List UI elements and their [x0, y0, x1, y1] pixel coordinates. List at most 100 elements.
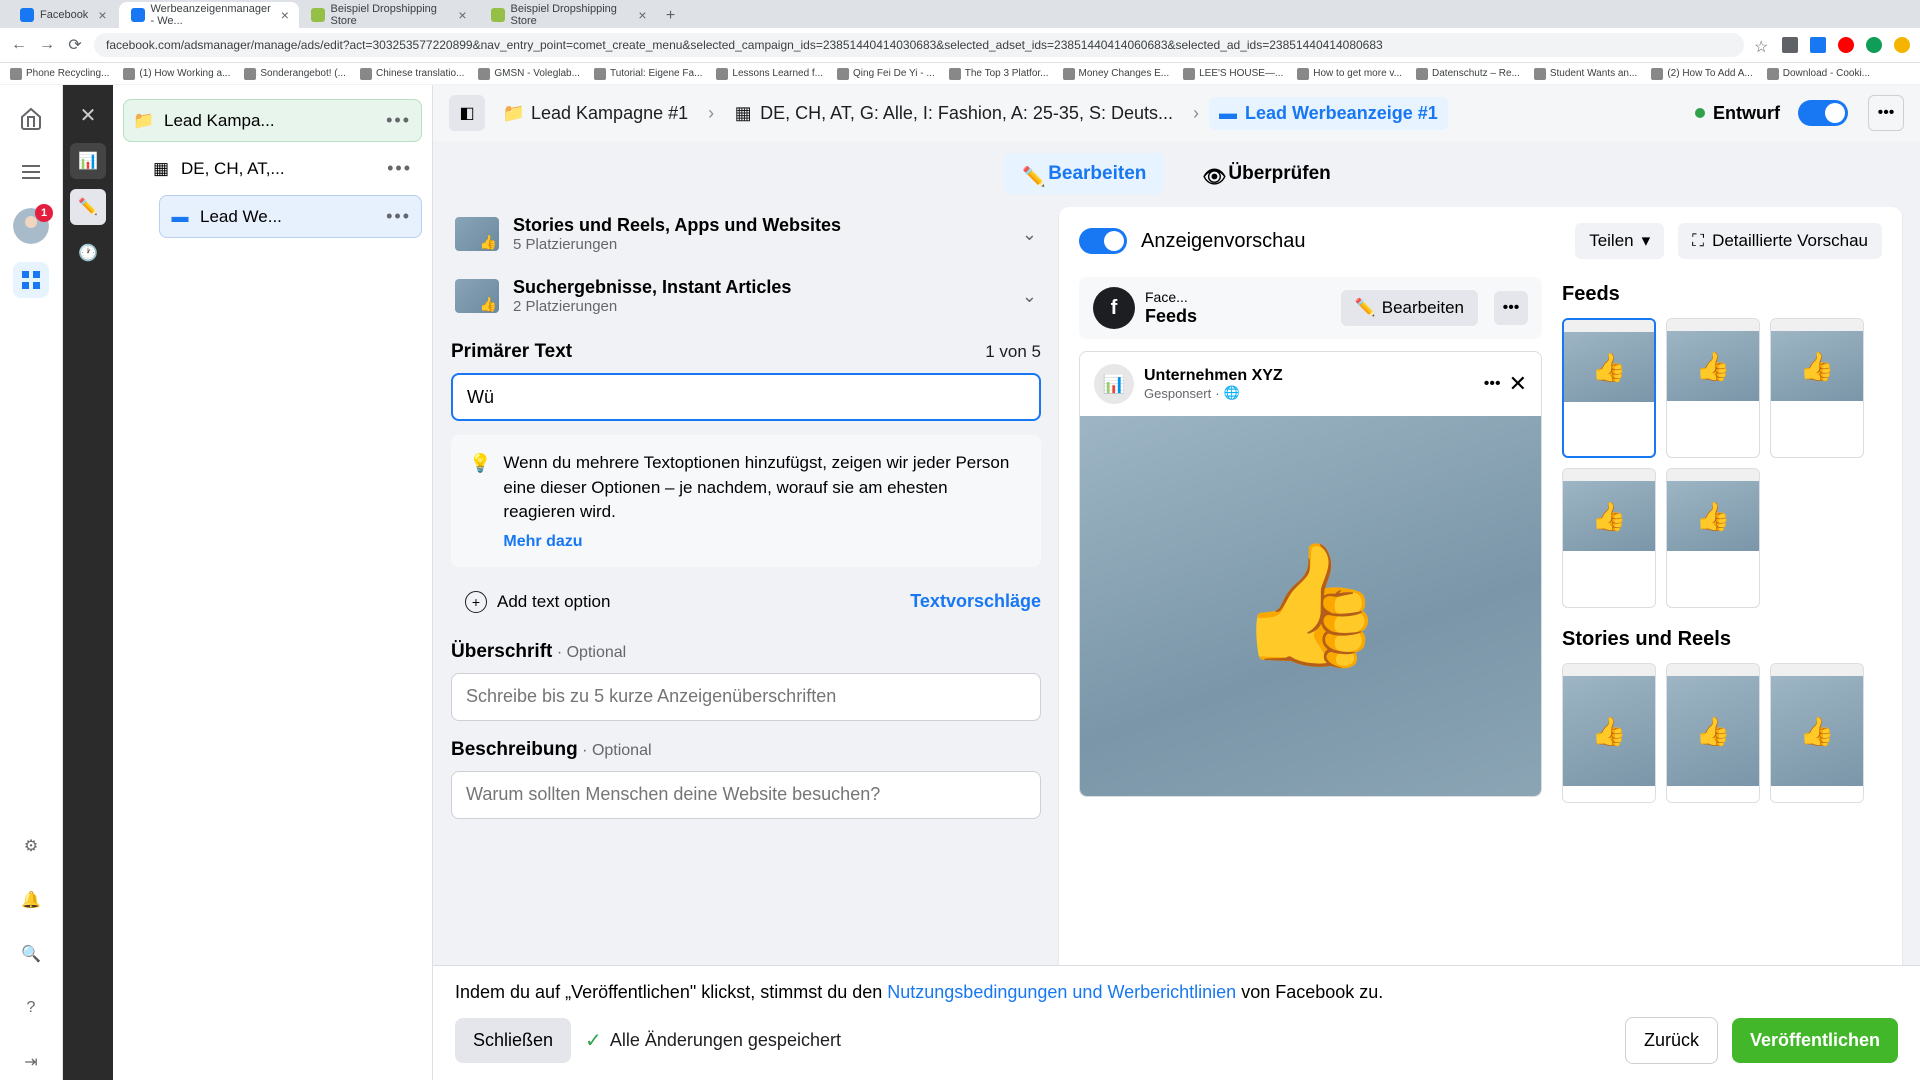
preview-thumb[interactable]: 👍 — [1666, 663, 1760, 803]
avatar-icon[interactable] — [1894, 37, 1910, 53]
placement-search[interactable]: Suchergebnisse, Instant Articles2 Platzi… — [451, 269, 1041, 323]
breadcrumb-campaign[interactable]: 📁Lead Kampagne #1 — [495, 97, 698, 130]
tab-close-icon[interactable]: × — [281, 7, 289, 23]
add-text-option-button[interactable]: +Add text option — [451, 581, 624, 623]
history-icon[interactable]: 🕐 — [70, 235, 106, 271]
new-tab-button[interactable]: + — [659, 4, 683, 28]
bookmark-item[interactable]: Student Wants an... — [1534, 68, 1637, 80]
bookmark-item[interactable]: Chinese translatio... — [360, 68, 464, 80]
bookmark-item[interactable]: Sonderangebot! (... — [244, 68, 346, 80]
gear-icon[interactable]: ⚙ — [13, 828, 49, 864]
save-status: ✓Alle Änderungen gespeichert — [585, 1028, 841, 1053]
info-link[interactable]: Mehr dazu — [503, 533, 1023, 551]
bookmark-item[interactable]: LEE'S HOUSE—... — [1183, 68, 1283, 80]
tree-ad[interactable]: ▬ Lead We... ••• — [159, 195, 422, 238]
bookmark-item[interactable]: How to get more v... — [1297, 68, 1402, 80]
bookmark-item[interactable]: (2) How To Add A... — [1651, 68, 1752, 80]
preview-thumb[interactable]: 👍 — [1562, 468, 1656, 608]
avatar[interactable]: 1 — [13, 208, 49, 244]
panel-toggle-icon[interactable]: ◧ — [449, 95, 485, 131]
collapse-icon[interactable]: ⇥ — [13, 1044, 49, 1080]
ads-grid-icon[interactable] — [13, 262, 49, 298]
form-column: Stories und Reels, Apps und Websites5 Pl… — [451, 207, 1041, 1080]
active-toggle[interactable] — [1798, 100, 1848, 126]
preview-thumb[interactable]: 👍 — [1666, 468, 1760, 608]
tab-edit[interactable]: ✏️Bearbeiten — [1004, 153, 1164, 195]
menu-icon[interactable] — [13, 154, 49, 190]
terms-link[interactable]: Nutzungsbedingungen und Werberichtlinien — [887, 982, 1236, 1002]
chart-icon[interactable]: 📊 — [70, 143, 106, 179]
reload-icon[interactable]: ⟳ — [66, 36, 84, 54]
breadcrumb-ad[interactable]: ▬Lead Werbeanzeige #1 — [1209, 97, 1448, 130]
url-field[interactable]: facebook.com/adsmanager/manage/ads/edit?… — [94, 33, 1744, 57]
close-icon[interactable]: ✕ — [70, 97, 106, 133]
fb-icon[interactable] — [1810, 37, 1826, 53]
tab-close-icon[interactable]: × — [98, 7, 106, 23]
ext-icon[interactable] — [1866, 37, 1882, 53]
browser-tab-4[interactable]: Beispiel Dropshipping Store× — [479, 2, 659, 28]
edit-icon[interactable]: ✏️ — [70, 189, 106, 225]
primary-text-input[interactable] — [451, 373, 1041, 421]
more-icon[interactable]: ••• — [386, 206, 411, 227]
preview-title: Anzeigenvorschau — [1141, 230, 1561, 253]
browser-tab-1[interactable]: Facebook× — [8, 2, 119, 28]
extension-icon[interactable] — [1782, 37, 1798, 53]
more-icon[interactable]: ••• — [1868, 95, 1904, 131]
ext-icon[interactable] — [1838, 37, 1854, 53]
tree-campaign[interactable]: 📁 Lead Kampa... ••• — [123, 99, 422, 142]
detailed-preview-button[interactable]: ⛶Detaillierte Vorschau — [1678, 223, 1882, 259]
more-icon[interactable]: ••• — [386, 110, 411, 131]
bookmark-item[interactable]: Lessons Learned f... — [716, 68, 823, 80]
browser-tab-2[interactable]: Werbeanzeigenmanager - We...× — [119, 2, 299, 28]
tab-close-icon[interactable]: × — [638, 7, 646, 23]
chevron-down-icon[interactable]: ⌄ — [1022, 224, 1037, 245]
more-icon[interactable]: ••• — [387, 158, 412, 179]
chevron-down-icon: ▾ — [1642, 231, 1651, 251]
preview-thumb[interactable]: 👍 — [1666, 318, 1760, 458]
text-suggestions-link[interactable]: Textvorschläge — [910, 591, 1041, 612]
bookmark-item[interactable]: (1) How Working a... — [123, 68, 230, 80]
preview-thumb[interactable]: 👍 — [1770, 663, 1864, 803]
edit-preview-button[interactable]: ✏️Bearbeiten — [1341, 290, 1478, 326]
close-button[interactable]: Schließen — [455, 1018, 571, 1063]
chevron-down-icon[interactable]: ⌄ — [1022, 286, 1037, 307]
post-sponsored: Gesponsert — [1144, 386, 1211, 401]
bookmark-item[interactable]: Datenschutz – Re... — [1416, 68, 1520, 80]
help-icon[interactable]: ? — [13, 990, 49, 1026]
share-button[interactable]: Teilen▾ — [1575, 223, 1664, 259]
bookmark-item[interactable]: Money Changes E... — [1063, 68, 1170, 80]
globe-icon: 🌐 — [1224, 385, 1240, 401]
headline-input[interactable] — [451, 673, 1041, 721]
star-icon[interactable]: ☆ — [1754, 37, 1770, 53]
preview-thumb[interactable]: 👍 — [1770, 318, 1864, 458]
back-button[interactable]: Zurück — [1625, 1017, 1718, 1064]
preview-thumb[interactable]: 👍 — [1562, 318, 1656, 458]
breadcrumb-adset[interactable]: ▦DE, CH, AT, G: Alle, I: Fashion, A: 25-… — [724, 97, 1183, 130]
bookmark-item[interactable]: Phone Recycling... — [10, 68, 109, 80]
bookmark-item[interactable]: Download - Cooki... — [1767, 68, 1870, 80]
home-icon[interactable] — [13, 100, 49, 136]
tree-adset[interactable]: ▦ DE, CH, AT,... ••• — [141, 148, 422, 189]
bookmark-bar: Phone Recycling... (1) How Working a... So… — [0, 62, 1920, 84]
bookmark-item[interactable]: GMSN - Voleglab... — [478, 68, 580, 80]
bell-icon[interactable]: 🔔 — [13, 882, 49, 918]
placement-stories[interactable]: Stories und Reels, Apps und Websites5 Pl… — [451, 207, 1041, 261]
description-input[interactable] — [451, 771, 1041, 819]
grid-icon: ▦ — [734, 104, 752, 122]
more-icon[interactable]: ••• — [1494, 291, 1528, 325]
more-icon[interactable]: ••• — [1484, 375, 1501, 393]
bookmark-item[interactable]: The Top 3 Platfor... — [949, 68, 1049, 80]
tab-close-icon[interactable]: × — [458, 7, 466, 23]
bookmark-item[interactable]: Qing Fei De Yi - ... — [837, 68, 935, 80]
ad-image: 👍 — [1080, 416, 1541, 796]
forward-arrow-icon[interactable]: → — [38, 36, 56, 54]
bookmark-item[interactable]: Tutorial: Eigene Fa... — [594, 68, 702, 80]
tab-review[interactable]: 👁Überprüfen — [1184, 153, 1348, 195]
preview-toggle[interactable] — [1079, 228, 1127, 254]
close-icon[interactable]: ✕ — [1509, 371, 1527, 397]
browser-tab-3[interactable]: Beispiel Dropshipping Store× — [299, 2, 479, 28]
publish-button[interactable]: Veröffentlichen — [1732, 1018, 1898, 1063]
search-icon[interactable]: 🔍 — [13, 936, 49, 972]
back-arrow-icon[interactable]: ← — [10, 36, 28, 54]
preview-thumb[interactable]: 👍 — [1562, 663, 1656, 803]
